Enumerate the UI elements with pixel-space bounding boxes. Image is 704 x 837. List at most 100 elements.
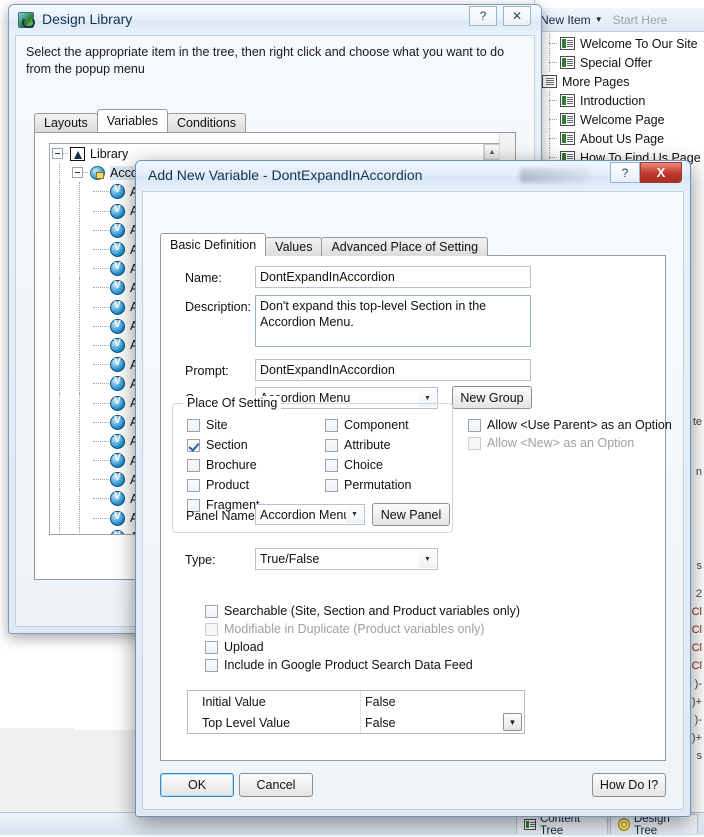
variable-icon bbox=[110, 434, 125, 449]
close-button[interactable]: X bbox=[640, 162, 682, 183]
content-tree-item-label: Welcome To Our Site bbox=[580, 37, 698, 51]
edge-text-fragment: Cl bbox=[692, 660, 702, 672]
name-label: Name: bbox=[185, 271, 222, 285]
checkbox-site[interactable]: Site bbox=[187, 418, 228, 432]
add-variable-titlebar[interactable]: Add New Variable - DontExpandInAccordion… bbox=[136, 161, 690, 191]
checkbox-upload[interactable]: Upload bbox=[205, 640, 264, 654]
add-variable-title: Add New Variable - DontExpandInAccordion bbox=[148, 167, 422, 183]
checkbox-component[interactable]: Component bbox=[325, 418, 409, 432]
chevron-down-icon[interactable]: ▼ bbox=[503, 713, 522, 731]
type-combobox[interactable]: True/False ▼ bbox=[255, 548, 438, 570]
checkbox-brochure[interactable]: Brochure bbox=[187, 458, 257, 472]
tree-connector bbox=[546, 129, 560, 148]
value-grid[interactable]: Initial Value False Top Level Value Fals… bbox=[187, 690, 525, 734]
content-tree-item[interactable]: About Us Page bbox=[536, 129, 704, 148]
page-icon bbox=[560, 132, 575, 145]
tree-indent-guide bbox=[50, 202, 70, 221]
library-tree-item-label: Library bbox=[90, 147, 128, 161]
checkbox-allow-use-parent[interactable]: Allow <Use Parent> as an Option bbox=[468, 418, 672, 432]
content-tree-item[interactable]: More Pages bbox=[536, 72, 704, 91]
content-tree-item[interactable]: Welcome Page bbox=[536, 110, 704, 129]
help-button[interactable]: ? bbox=[610, 162, 640, 183]
new-group-button[interactable]: New Group bbox=[452, 386, 532, 409]
chevron-down-icon[interactable]: ▼ bbox=[419, 550, 436, 568]
checkbox-label: Allow <New> as an Option bbox=[487, 436, 634, 450]
variable-icon bbox=[110, 530, 125, 535]
content-tree: Welcome To Our Site Special Offer More Pag… bbox=[536, 34, 704, 167]
tree-indent-guide bbox=[50, 240, 70, 259]
panel-name-label: Panel Name: bbox=[186, 509, 258, 523]
tab-variables[interactable]: Variables bbox=[97, 109, 168, 132]
prompt-input[interactable] bbox=[255, 359, 531, 381]
checkbox-google-product-search[interactable]: Include in Google Product Search Data Fe… bbox=[205, 658, 473, 672]
variable-icon bbox=[110, 184, 125, 199]
description-textarea[interactable] bbox=[255, 295, 531, 347]
checkbox-choice[interactable]: Choice bbox=[325, 458, 383, 472]
how-do-i-button[interactable]: How Do I? bbox=[592, 773, 666, 797]
checkbox-product[interactable]: Product bbox=[187, 478, 249, 492]
tab-values[interactable]: Values bbox=[265, 237, 322, 256]
chevron-down-icon[interactable]: ▼ bbox=[595, 15, 603, 24]
place-of-setting-group: Place Of Setting Site Section Brochure P… bbox=[172, 403, 453, 533]
checkbox-label: Choice bbox=[344, 458, 383, 472]
checkbox-section[interactable]: Section bbox=[187, 438, 248, 452]
scroll-up-icon[interactable]: ▲ bbox=[484, 144, 500, 160]
tree-connector bbox=[90, 278, 110, 297]
titlebar-ghost-text bbox=[520, 169, 590, 183]
checkbox-attribute[interactable]: Attribute bbox=[325, 438, 391, 452]
tab-layouts[interactable]: Layouts bbox=[34, 113, 98, 132]
tab-conditions[interactable]: Conditions bbox=[167, 113, 246, 132]
value-grid-value[interactable]: False bbox=[360, 712, 524, 733]
type-combobox-value: True/False bbox=[260, 552, 319, 566]
content-tree-item[interactable]: Introduction bbox=[536, 91, 704, 110]
design-tree-icon bbox=[618, 818, 630, 831]
tab-advanced-place-of-setting[interactable]: Advanced Place of Setting bbox=[321, 237, 488, 256]
tree-connector bbox=[90, 355, 110, 374]
status-tab-content-tree[interactable]: Content Tree bbox=[516, 814, 608, 834]
variable-icon bbox=[110, 415, 125, 430]
cancel-button[interactable]: Cancel bbox=[239, 773, 313, 797]
help-button[interactable]: ? bbox=[469, 6, 497, 26]
checkbox-permutation[interactable]: Permutation bbox=[325, 478, 411, 492]
design-library-titlebar[interactable]: Design Library ? ✕ bbox=[9, 5, 541, 35]
tree-connector bbox=[90, 240, 110, 259]
tree-indent-guide bbox=[70, 202, 90, 221]
variable-icon bbox=[110, 491, 125, 506]
value-grid-row-initial[interactable]: Initial Value False bbox=[188, 691, 524, 712]
name-input[interactable] bbox=[255, 266, 531, 288]
status-tab-design-tree[interactable]: Design Tree bbox=[610, 814, 698, 834]
chevron-down-icon[interactable]: ▼ bbox=[346, 506, 363, 523]
tree-indent-guide bbox=[70, 259, 90, 278]
close-button[interactable]: ✕ bbox=[503, 6, 531, 26]
checkbox-box bbox=[187, 439, 200, 452]
variable-icon bbox=[110, 338, 125, 353]
tab-basic-definition[interactable]: Basic Definition bbox=[160, 233, 266, 256]
tree-indent-guide bbox=[70, 470, 90, 489]
collapse-icon[interactable] bbox=[70, 163, 90, 182]
content-tree-item-label: Special Offer bbox=[580, 56, 652, 70]
variable-icon bbox=[110, 319, 125, 334]
checkbox-searchable[interactable]: Searchable (Site, Section and Product va… bbox=[205, 604, 520, 618]
checkbox-box bbox=[205, 641, 218, 654]
description-label: Description: bbox=[185, 300, 251, 314]
right-toolbar: New Item ▼ Start Here bbox=[536, 8, 704, 32]
value-grid-row-top-level[interactable]: Top Level Value False bbox=[188, 712, 524, 733]
panel-name-combobox[interactable]: Accordion Menu ▼ bbox=[255, 504, 365, 525]
content-tree-item[interactable]: Welcome To Our Site bbox=[536, 34, 704, 53]
content-tree-item[interactable]: Special Offer bbox=[536, 53, 704, 72]
checkbox-box bbox=[468, 419, 481, 432]
new-panel-button[interactable]: New Panel bbox=[372, 503, 450, 526]
left-pane-lower bbox=[0, 728, 74, 812]
tree-indent-guide bbox=[50, 393, 70, 412]
place-of-setting-title: Place Of Setting bbox=[183, 396, 281, 410]
type-label: Type: bbox=[185, 553, 216, 567]
tree-connector bbox=[90, 317, 110, 336]
checkbox-label: Component bbox=[344, 418, 409, 432]
tree-indent-guide bbox=[70, 182, 90, 201]
value-grid-value[interactable]: False bbox=[360, 691, 524, 712]
tree-indent-guide bbox=[50, 489, 70, 508]
add-new-variable-dialog[interactable]: Add New Variable - DontExpandInAccordion… bbox=[135, 160, 691, 817]
new-item-button[interactable]: New Item bbox=[540, 13, 591, 27]
collapse-icon[interactable] bbox=[50, 144, 70, 163]
ok-button[interactable]: OK bbox=[160, 773, 234, 797]
